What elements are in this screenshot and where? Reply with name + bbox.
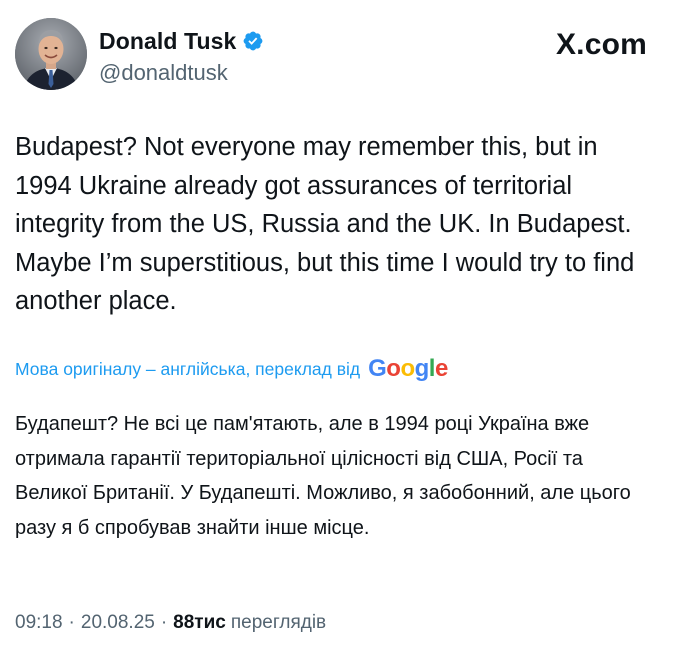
brand-logo: X.com bbox=[555, 28, 647, 61]
google-logo: Google bbox=[368, 355, 448, 382]
avatar-portrait-icon bbox=[15, 18, 87, 90]
handle[interactable]: @donaldtusk bbox=[99, 60, 264, 86]
avatar[interactable] bbox=[15, 18, 87, 90]
translation-label[interactable]: Мова оригіналу – англійська, переклад ві… bbox=[15, 359, 360, 380]
tweet-text: Budapest? Not everyone may remember this… bbox=[15, 133, 635, 315]
verified-badge-icon bbox=[242, 30, 264, 52]
author-info: Donald Tusk @donaldtusk bbox=[99, 26, 264, 86]
tweet-meta: 09:18 · 20.08.25 · 88тис переглядів bbox=[15, 609, 326, 637]
tweet-header: Donald Tusk @donaldtusk X.com bbox=[15, 18, 665, 94]
display-name-row: Donald Tusk bbox=[99, 26, 264, 56]
meta-separator: · bbox=[68, 612, 75, 633]
tweet-date[interactable]: 20.08.25 bbox=[81, 612, 155, 634]
views-label: переглядів bbox=[230, 612, 327, 633]
views-count[interactable]: 88тис bbox=[173, 612, 226, 634]
translation-attribution: Мова оригіналу – англійська, переклад ві… bbox=[15, 353, 655, 385]
display-name[interactable]: Donald Tusk bbox=[99, 28, 236, 55]
translated-text: Будапешт? Не всі це пам'ятають, але в 19… bbox=[15, 413, 631, 539]
tweet-time[interactable]: 09:18 bbox=[15, 612, 63, 634]
meta-separator: · bbox=[160, 612, 168, 633]
